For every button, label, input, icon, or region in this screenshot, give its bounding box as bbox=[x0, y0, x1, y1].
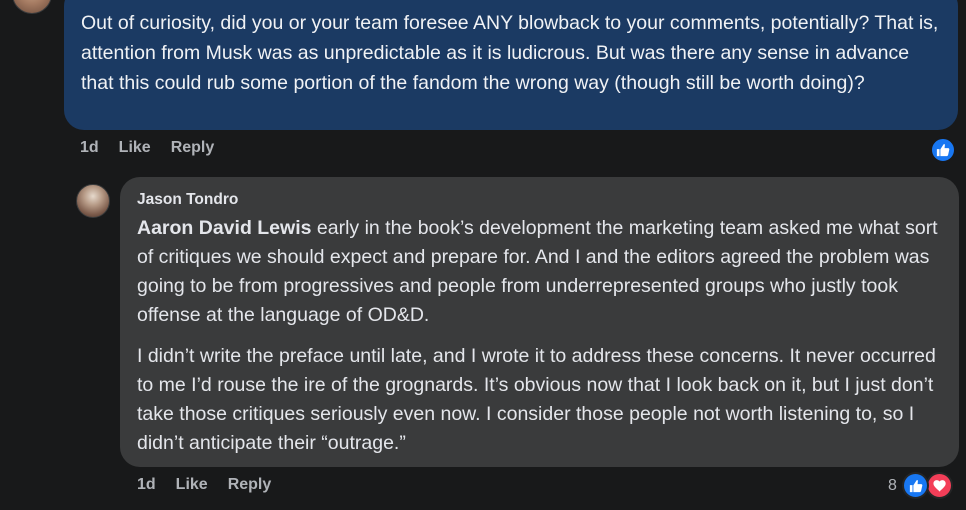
reply-button[interactable]: Reply bbox=[171, 139, 215, 157]
reply-timestamp[interactable]: 1d bbox=[137, 476, 156, 494]
commenter-avatar[interactable] bbox=[12, 0, 52, 14]
reply-bubble: Jason Tondro Aaron David Lewis early in … bbox=[120, 177, 959, 467]
reply-love-reaction-badge[interactable] bbox=[926, 472, 953, 499]
reply-like-button[interactable]: Like bbox=[176, 476, 208, 494]
comment-timestamp[interactable]: 1d bbox=[80, 139, 99, 157]
love-icon bbox=[932, 479, 946, 492]
like-reaction-badge[interactable] bbox=[930, 137, 956, 163]
like-icon bbox=[909, 479, 922, 492]
comment-actions: 1d Like Reply bbox=[80, 139, 214, 157]
reply-author-name[interactable]: Jason Tondro bbox=[137, 190, 945, 210]
like-button[interactable]: Like bbox=[119, 139, 151, 157]
comment-bubble: Out of curiosity, did you or your team f… bbox=[64, 0, 958, 130]
mention-link[interactable]: Aaron David Lewis bbox=[137, 217, 311, 239]
like-icon bbox=[936, 144, 950, 157]
reply-actions: 1d Like Reply bbox=[137, 476, 271, 494]
comment-text: Out of curiosity, did you or your team f… bbox=[81, 12, 939, 94]
reply-paragraph-1: Aaron David Lewis early in the book’s de… bbox=[137, 214, 945, 330]
reply-author-avatar[interactable] bbox=[76, 184, 110, 218]
reply-reply-button[interactable]: Reply bbox=[228, 476, 272, 494]
comment-thread: Out of curiosity, did you or your team f… bbox=[0, 0, 966, 510]
reaction-count[interactable]: 8 bbox=[888, 477, 897, 495]
reply-paragraph-2: I didn’t write the preface until late, a… bbox=[137, 345, 936, 454]
reply-like-reaction-badge[interactable] bbox=[902, 472, 929, 499]
